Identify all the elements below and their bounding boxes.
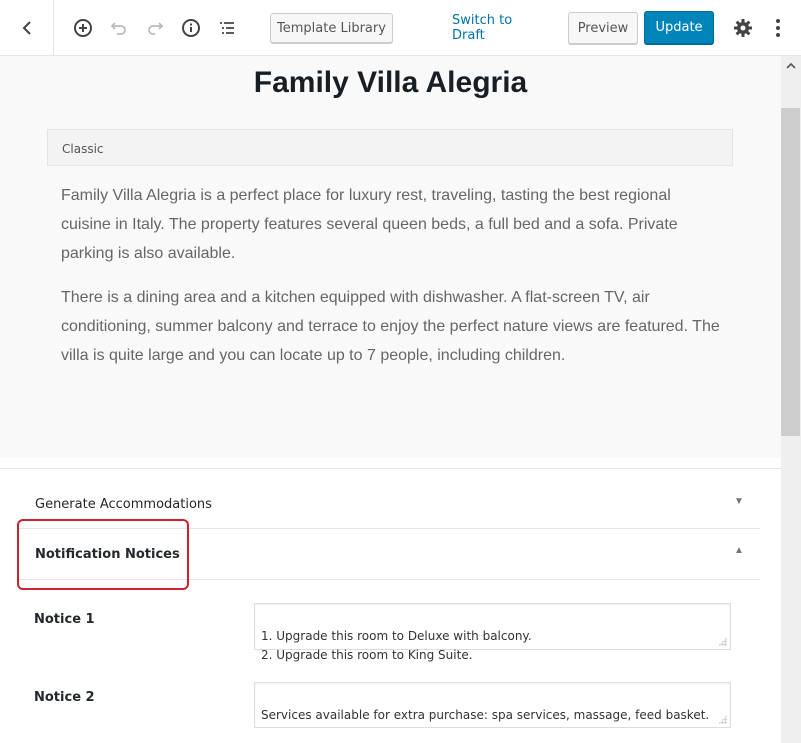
panel-title: Notification Notices bbox=[35, 547, 180, 562]
editor-canvas: Family Villa Alegria Classic Family Vill… bbox=[0, 56, 781, 458]
panel-notification-notices[interactable]: Notification Notices ▲ bbox=[0, 529, 760, 579]
template-library-button[interactable]: Template Library bbox=[270, 13, 393, 43]
switch-to-draft-button[interactable]: Switch to Draft bbox=[452, 13, 547, 43]
notice-2-textarea[interactable]: Services available for extra purchase: s… bbox=[254, 682, 731, 728]
scrollbar-thumb[interactable] bbox=[781, 108, 800, 436]
block-navigation-button[interactable] bbox=[215, 16, 239, 40]
chevron-left-icon bbox=[22, 20, 31, 35]
back-button[interactable] bbox=[0, 0, 54, 55]
preview-button[interactable]: Preview bbox=[568, 12, 638, 44]
resize-handle-icon[interactable] bbox=[718, 715, 727, 724]
caret-up-icon[interactable]: ▲ bbox=[734, 545, 744, 556]
classic-block-content[interactable]: Family Villa Alegria is a perfect place … bbox=[61, 181, 721, 385]
redo-icon bbox=[148, 22, 164, 35]
scroll-up-button[interactable] bbox=[781, 56, 801, 76]
plus-circle-icon bbox=[74, 19, 92, 37]
panel-generate-accommodations[interactable]: Generate Accommodations ▼ bbox=[0, 479, 760, 529]
more-options-button[interactable] bbox=[766, 16, 790, 40]
notice-2-label: Notice 2 bbox=[34, 690, 95, 705]
gear-icon bbox=[734, 19, 752, 37]
redo-button[interactable] bbox=[143, 16, 167, 40]
undo-button[interactable] bbox=[107, 16, 131, 40]
meta-boxes-area: Generate Accommodations ▼ Notification N… bbox=[0, 458, 781, 743]
editor-toolbar: Template Library Switch to Draft Preview… bbox=[0, 0, 801, 56]
settings-button[interactable] bbox=[731, 16, 755, 40]
undo-icon bbox=[110, 22, 126, 35]
classic-block-toolbar[interactable]: Classic bbox=[47, 129, 733, 166]
info-button[interactable] bbox=[179, 16, 203, 40]
add-block-button[interactable] bbox=[71, 16, 95, 40]
update-button[interactable]: Update bbox=[644, 11, 714, 44]
divider bbox=[0, 468, 781, 469]
notice-1-label: Notice 1 bbox=[34, 612, 95, 627]
content-paragraph: Family Villa Alegria is a perfect place … bbox=[61, 187, 678, 262]
info-icon bbox=[182, 19, 200, 37]
content-paragraph: There is a dining area and a kitchen equ… bbox=[61, 289, 720, 364]
notice-2-value: Services available for extra purchase: s… bbox=[261, 708, 710, 722]
caret-down-icon[interactable]: ▼ bbox=[734, 496, 744, 507]
notice-1-value: 1. Upgrade this room to Deluxe with balc… bbox=[261, 629, 532, 662]
divider bbox=[18, 579, 760, 580]
vertical-scrollbar[interactable] bbox=[781, 56, 801, 743]
vertical-ellipsis-icon bbox=[776, 19, 780, 37]
panel-title: Generate Accommodations bbox=[35, 497, 212, 512]
notice-1-textarea[interactable]: 1. Upgrade this room to Deluxe with balc… bbox=[254, 603, 731, 662]
resize-handle-icon[interactable] bbox=[718, 637, 727, 646]
post-title[interactable]: Family Villa Alegria bbox=[0, 66, 781, 100]
chevron-up-icon bbox=[786, 63, 796, 69]
list-icon bbox=[220, 22, 234, 34]
